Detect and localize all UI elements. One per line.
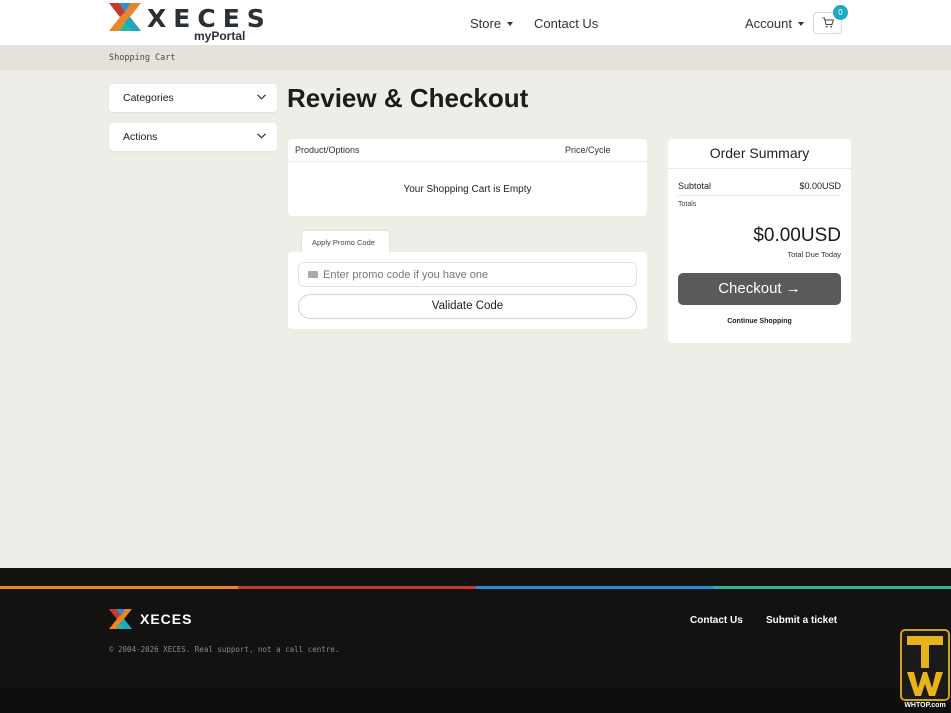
footer-logo-wordmark: XECES xyxy=(140,611,193,627)
whtop-watermark: WHTOP.com xyxy=(899,628,951,713)
continue-shopping-link[interactable]: Continue Shopping xyxy=(668,318,851,325)
logo-subtitle: myPortal xyxy=(194,29,246,43)
shopping-cart-icon xyxy=(822,17,834,28)
whtop-logo-icon xyxy=(900,629,950,701)
cart-empty-message: Your Shopping Cart is Empty xyxy=(403,184,532,195)
footer-stripe-orange xyxy=(0,586,238,589)
copyright-text: © 2004-2026 XECES. Real support, not a c… xyxy=(109,645,340,654)
tab-label: Apply Promo Code xyxy=(312,238,375,247)
xeces-logo-mark-icon xyxy=(109,3,141,31)
order-summary: Order Summary Subtotal $0.00USD Totals $… xyxy=(668,139,851,343)
tab-apply-promo-code[interactable]: Apply Promo Code xyxy=(301,230,390,253)
footer-contact-us-link[interactable]: Contact Us xyxy=(690,615,743,626)
ticket-icon xyxy=(308,271,318,278)
chevron-down-icon xyxy=(257,94,266,100)
xeces-logo-mark-icon xyxy=(109,609,132,629)
promo-code-placeholder: Enter promo code if you have one xyxy=(323,269,489,281)
sidebar-actions[interactable]: Actions xyxy=(109,123,277,151)
footer-stripe-blue xyxy=(476,586,714,589)
footer-bottom-bar xyxy=(0,688,951,713)
top-navbar: XECES myPortal Store Contact Us Account … xyxy=(0,0,951,46)
checkout-button[interactable]: Checkout → xyxy=(678,273,841,305)
nav-account-label: Account xyxy=(745,16,792,31)
chevron-down-icon xyxy=(257,133,266,139)
promo-code-input[interactable]: Enter promo code if you have one xyxy=(298,262,637,287)
subtotal-value: $0.00USD xyxy=(799,181,841,191)
order-summary-title: Order Summary xyxy=(709,145,810,161)
promo-panel: Enter promo code if you have one Validat… xyxy=(288,252,647,329)
breadcrumb-bar: Shopping Cart xyxy=(0,46,951,70)
sidebar-categories-label: Categories xyxy=(123,92,174,104)
nav-store-label: Store xyxy=(470,16,502,31)
column-price: Price/Cycle xyxy=(565,145,611,155)
watermark-text: WHTOP.com xyxy=(904,702,946,709)
cart-table: Product/Options Price/Cycle Your Shoppin… xyxy=(288,139,647,216)
nav-store[interactable]: Store xyxy=(470,16,514,31)
totals-label: Totals xyxy=(678,201,697,208)
nav-contact-us[interactable]: Contact Us xyxy=(534,16,598,31)
cart-table-header: Product/Options Price/Cycle xyxy=(288,139,647,162)
page-title: Review & Checkout xyxy=(287,83,529,113)
sidebar-categories[interactable]: Categories xyxy=(109,84,277,112)
total-amount: $0.00USD xyxy=(753,225,841,246)
footer-stripe-red xyxy=(238,586,476,589)
site-footer: XECES Contact Us Submit a ticket © 2004-… xyxy=(0,568,951,688)
validate-code-button[interactable]: Validate Code xyxy=(298,294,637,319)
xeces-logo[interactable]: XECES myPortal xyxy=(109,3,265,43)
chevron-down-icon xyxy=(507,22,514,26)
nav-account[interactable]: Account xyxy=(745,16,804,31)
column-product: Product/Options xyxy=(295,145,360,155)
footer-submit-ticket-link[interactable]: Submit a ticket xyxy=(766,615,837,626)
total-due-today-label: Total Due Today xyxy=(787,250,841,259)
breadcrumb: Shopping Cart xyxy=(109,53,176,63)
footer-stripe-teal xyxy=(714,586,951,589)
divider xyxy=(678,195,841,196)
sidebar-actions-label: Actions xyxy=(123,131,158,143)
subtotal-label: Subtotal xyxy=(678,181,712,191)
chevron-down-icon xyxy=(797,22,804,26)
footer-logo[interactable]: XECES xyxy=(109,609,209,629)
divider xyxy=(668,168,851,169)
cart-count-badge: 0 xyxy=(833,5,848,20)
